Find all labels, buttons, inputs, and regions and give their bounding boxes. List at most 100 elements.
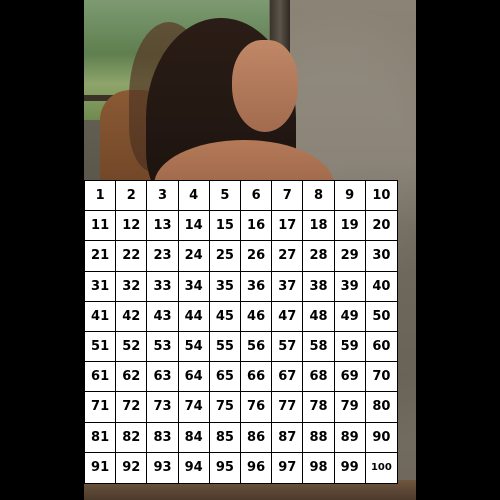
grid-cell[interactable]: 100 — [365, 452, 397, 483]
grid-cell[interactable]: 92 — [116, 452, 148, 483]
grid-cell[interactable]: 79 — [334, 392, 366, 423]
grid-cell[interactable]: 28 — [303, 241, 335, 272]
grid-cell[interactable]: 18 — [303, 211, 335, 242]
grid-cell[interactable]: 72 — [116, 392, 148, 423]
grid-cell[interactable]: 60 — [365, 332, 397, 363]
grid-cell[interactable]: 24 — [178, 241, 210, 272]
grid-cell[interactable]: 56 — [241, 332, 273, 363]
grid-cell[interactable]: 68 — [303, 362, 335, 393]
grid-cell[interactable]: 80 — [365, 392, 397, 423]
grid-cell[interactable]: 63 — [147, 362, 179, 393]
grid-cell[interactable]: 95 — [209, 452, 241, 483]
grid-cell[interactable]: 38 — [303, 271, 335, 302]
grid-cell[interactable]: 4 — [178, 181, 210, 212]
grid-cell[interactable]: 6 — [241, 181, 273, 212]
grid-cell[interactable]: 78 — [303, 392, 335, 423]
grid-cell[interactable]: 82 — [116, 422, 148, 453]
grid-cell[interactable]: 10 — [365, 181, 397, 212]
grid-cell[interactable]: 35 — [209, 271, 241, 302]
grid-cell[interactable]: 1 — [85, 181, 117, 212]
grid-cell[interactable]: 47 — [272, 301, 304, 332]
grid-cell[interactable]: 54 — [178, 332, 210, 363]
grid-cell[interactable]: 20 — [365, 211, 397, 242]
grid-cell[interactable]: 88 — [303, 422, 335, 453]
grid-cell[interactable]: 71 — [85, 392, 117, 423]
grid-cell[interactable]: 51 — [85, 332, 117, 363]
grid-cell[interactable]: 11 — [85, 211, 117, 242]
grid-cell[interactable]: 64 — [178, 362, 210, 393]
grid-cell[interactable]: 26 — [241, 241, 273, 272]
grid-cell[interactable]: 37 — [272, 271, 304, 302]
grid-cell[interactable]: 57 — [272, 332, 304, 363]
grid-cell[interactable]: 44 — [178, 301, 210, 332]
grid-cell[interactable]: 40 — [365, 271, 397, 302]
grid-cell[interactable]: 90 — [365, 422, 397, 453]
grid-cell[interactable]: 8 — [303, 181, 335, 212]
grid-cell[interactable]: 61 — [85, 362, 117, 393]
grid-cell[interactable]: 31 — [85, 271, 117, 302]
grid-cell[interactable]: 32 — [116, 271, 148, 302]
grid-cell[interactable]: 41 — [85, 301, 117, 332]
grid-cell[interactable]: 19 — [334, 211, 366, 242]
grid-cell[interactable]: 49 — [334, 301, 366, 332]
grid-cell[interactable]: 3 — [147, 181, 179, 212]
grid-cell[interactable]: 59 — [334, 332, 366, 363]
grid-cell[interactable]: 75 — [209, 392, 241, 423]
grid-cell[interactable]: 15 — [209, 211, 241, 242]
grid-cell[interactable]: 66 — [241, 362, 273, 393]
grid-cell[interactable]: 42 — [116, 301, 148, 332]
grid-cell[interactable]: 55 — [209, 332, 241, 363]
grid-cell[interactable]: 81 — [85, 422, 117, 453]
grid-cell[interactable]: 84 — [178, 422, 210, 453]
grid-cell[interactable]: 46 — [241, 301, 273, 332]
grid-cell[interactable]: 69 — [334, 362, 366, 393]
grid-cell[interactable]: 86 — [241, 422, 273, 453]
grid-cell[interactable]: 39 — [334, 271, 366, 302]
grid-cell[interactable]: 16 — [241, 211, 273, 242]
grid-cell[interactable]: 29 — [334, 241, 366, 272]
grid-cell[interactable]: 73 — [147, 392, 179, 423]
grid-cell[interactable]: 50 — [365, 301, 397, 332]
grid-cell[interactable]: 76 — [241, 392, 273, 423]
grid-cell[interactable]: 30 — [365, 241, 397, 272]
grid-cell[interactable]: 9 — [334, 181, 366, 212]
grid-cell[interactable]: 36 — [241, 271, 273, 302]
grid-cell[interactable]: 5 — [209, 181, 241, 212]
grid-cell[interactable]: 53 — [147, 332, 179, 363]
grid-cell[interactable]: 17 — [272, 211, 304, 242]
grid-cell[interactable]: 58 — [303, 332, 335, 363]
grid-cell[interactable]: 21 — [85, 241, 117, 272]
grid-cell[interactable]: 97 — [272, 452, 304, 483]
grid-cell[interactable]: 67 — [272, 362, 304, 393]
grid-cell[interactable]: 52 — [116, 332, 148, 363]
grid-cell[interactable]: 34 — [178, 271, 210, 302]
grid-cell[interactable]: 96 — [241, 452, 273, 483]
grid-cell[interactable]: 25 — [209, 241, 241, 272]
grid-cell[interactable]: 83 — [147, 422, 179, 453]
grid-cell[interactable]: 23 — [147, 241, 179, 272]
grid-cell[interactable]: 94 — [178, 452, 210, 483]
grid-cell[interactable]: 87 — [272, 422, 304, 453]
grid-cell[interactable]: 85 — [209, 422, 241, 453]
grid-cell[interactable]: 65 — [209, 362, 241, 393]
grid-cell[interactable]: 77 — [272, 392, 304, 423]
grid-cell[interactable]: 91 — [85, 452, 117, 483]
grid-cell[interactable]: 98 — [303, 452, 335, 483]
grid-cell[interactable]: 70 — [365, 362, 397, 393]
grid-cell[interactable]: 48 — [303, 301, 335, 332]
grid-cell[interactable]: 45 — [209, 301, 241, 332]
grid-cell[interactable]: 12 — [116, 211, 148, 242]
grid-cell[interactable]: 43 — [147, 301, 179, 332]
grid-cell[interactable]: 89 — [334, 422, 366, 453]
grid-cell[interactable]: 13 — [147, 211, 179, 242]
grid-cell[interactable]: 99 — [334, 452, 366, 483]
grid-cell[interactable]: 27 — [272, 241, 304, 272]
grid-cell[interactable]: 2 — [116, 181, 148, 212]
grid-cell[interactable]: 22 — [116, 241, 148, 272]
grid-cell[interactable]: 62 — [116, 362, 148, 393]
grid-cell[interactable]: 93 — [147, 452, 179, 483]
grid-cell[interactable]: 33 — [147, 271, 179, 302]
grid-cell[interactable]: 7 — [272, 181, 304, 212]
grid-cell[interactable]: 74 — [178, 392, 210, 423]
grid-cell[interactable]: 14 — [178, 211, 210, 242]
